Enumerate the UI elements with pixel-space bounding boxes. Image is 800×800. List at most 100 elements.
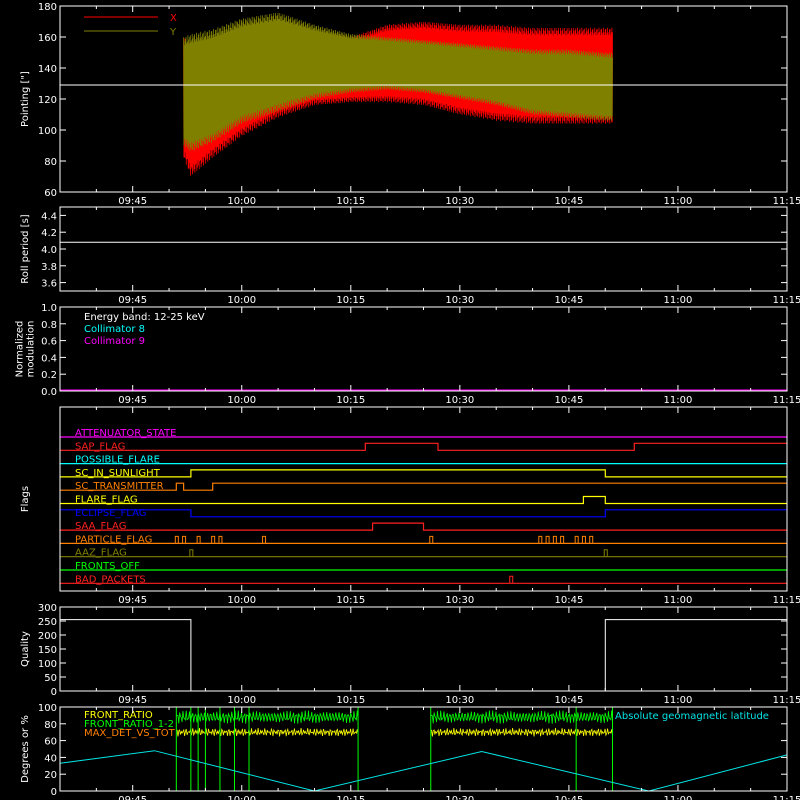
front-ratio-line	[430, 727, 613, 737]
flag-line	[60, 495, 787, 505]
x-tick-label: 11:00	[664, 196, 693, 207]
legend-label: Absolute geomagnetic latitude	[615, 711, 769, 722]
legend-label: X	[170, 13, 177, 24]
y-tick-label: 4.0	[41, 245, 57, 256]
flag-spike	[560, 535, 565, 544]
x-tick-label: 10:45	[554, 295, 583, 306]
y-tick-label: 60	[44, 737, 57, 748]
y-tick-label: 4.4	[41, 211, 57, 222]
y-tick-label: 20	[44, 770, 57, 781]
x-tick-label: 10:45	[554, 395, 583, 406]
x-tick-label: 11:15	[773, 795, 800, 800]
x-tick-label: 11:15	[773, 395, 800, 406]
x-tick-label: 11:00	[664, 595, 693, 606]
y-tick-label: 0	[51, 687, 57, 698]
y-tick-label: 50	[44, 673, 57, 684]
y-tick-label: 0.2	[41, 370, 57, 381]
x-tick-label: 11:00	[664, 295, 693, 306]
flag-spike	[196, 535, 201, 544]
x-tick-label: 10:15	[336, 795, 365, 800]
x-tick-label: 10:30	[445, 395, 474, 406]
y-tick-label: 3.8	[41, 262, 57, 273]
x-tick-label: 10:30	[445, 295, 474, 306]
flag-spike	[174, 535, 179, 544]
legend-label: Y	[169, 27, 177, 38]
annotation-text: Energy band: 12-25 keV	[84, 312, 205, 323]
x-tick-label: 10:00	[227, 395, 256, 406]
x-tick-label: 11:15	[773, 695, 800, 706]
x-tick-label: 11:00	[664, 395, 693, 406]
y-axis-label: Normalized	[15, 321, 26, 378]
x-tick-label: 09:45	[118, 196, 147, 207]
y-tick-label: 80	[44, 157, 57, 168]
x-tick-label: 09:45	[118, 795, 147, 800]
x-tick-label: 10:30	[445, 795, 474, 800]
front-ratio-12-line	[176, 710, 359, 724]
y-axis-label: Pointing ["]	[20, 71, 31, 127]
x-tick-label: 10:30	[445, 695, 474, 706]
y-tick-label: 0.6	[41, 337, 57, 348]
x-tick-label: 10:00	[227, 595, 256, 606]
flag-line	[60, 469, 787, 478]
y-tick-label: 80	[44, 720, 57, 731]
y-axis-label: modulation	[26, 321, 37, 378]
y-tick-label: 140	[38, 64, 57, 75]
flag-spike	[182, 535, 187, 544]
flag-spike	[545, 535, 550, 544]
x-tick-label: 10:15	[336, 595, 365, 606]
y-tick-label: 3.6	[41, 279, 57, 290]
x-tick-label: 11:15	[773, 595, 800, 606]
x-tick-label: 10:45	[554, 196, 583, 207]
flag-line	[60, 482, 787, 491]
x-tick-label: 10:15	[336, 196, 365, 207]
y-tick-label: 0.4	[41, 353, 57, 364]
y-tick-label: 100	[38, 126, 57, 137]
flag-spike	[581, 535, 586, 544]
x-tick-label: 10:00	[227, 795, 256, 800]
x-tick-label: 10:00	[227, 196, 256, 207]
front-ratio-line	[176, 727, 359, 737]
x-tick-label: 10:45	[554, 795, 583, 800]
flag-spike	[538, 535, 543, 544]
annotation-text: Collimator 8	[84, 324, 145, 335]
x-tick-label: 10:30	[445, 595, 474, 606]
y-axis-label: Flags	[20, 486, 31, 512]
x-tick-label: 10:00	[227, 695, 256, 706]
y-tick-label: 0	[51, 787, 57, 798]
y-tick-label: 100	[38, 659, 57, 670]
annotation-text: Collimator 9	[84, 336, 145, 347]
y-tick-label: 100	[38, 703, 57, 714]
y-tick-label: 120	[38, 95, 57, 106]
flag-spike	[218, 535, 223, 544]
flag-line	[60, 442, 787, 451]
y-axis-label: Degrees or %	[20, 715, 31, 783]
y-tick-label: 180	[38, 2, 57, 13]
y-tick-label: 0.0	[41, 387, 57, 398]
y-tick-label: 0.8	[41, 320, 57, 331]
x-tick-label: 09:45	[118, 395, 147, 406]
legend-label: MAX_DET_VS_TOT	[84, 728, 176, 739]
y-axis-label: Roll period [s]	[20, 214, 31, 283]
x-tick-label: 10:15	[336, 695, 365, 706]
y-tick-label: 40	[44, 753, 57, 764]
quality-line	[60, 619, 787, 692]
x-tick-label: 09:45	[118, 295, 147, 306]
y-tick-label: 160	[38, 33, 57, 44]
x-tick-label: 10:15	[336, 295, 365, 306]
flag-spike	[262, 535, 267, 544]
x-tick-label: 10:45	[554, 695, 583, 706]
y-axis-label: Quality	[20, 631, 31, 667]
x-tick-label: 11:15	[773, 295, 800, 306]
flag-spike	[574, 535, 579, 544]
x-tick-label: 11:15	[773, 196, 800, 207]
y-tick-label: 150	[38, 645, 57, 656]
flag-line	[60, 522, 787, 531]
flag-spike	[189, 549, 194, 557]
x-tick-label: 11:00	[664, 795, 693, 800]
x-tick-label: 10:00	[227, 295, 256, 306]
y-tick-label: 1.0	[41, 303, 57, 314]
y-tick-label: 200	[38, 631, 57, 642]
x-tick-label: 09:45	[118, 695, 147, 706]
x-tick-label: 10:45	[554, 595, 583, 606]
x-tick-label: 10:30	[445, 196, 474, 207]
